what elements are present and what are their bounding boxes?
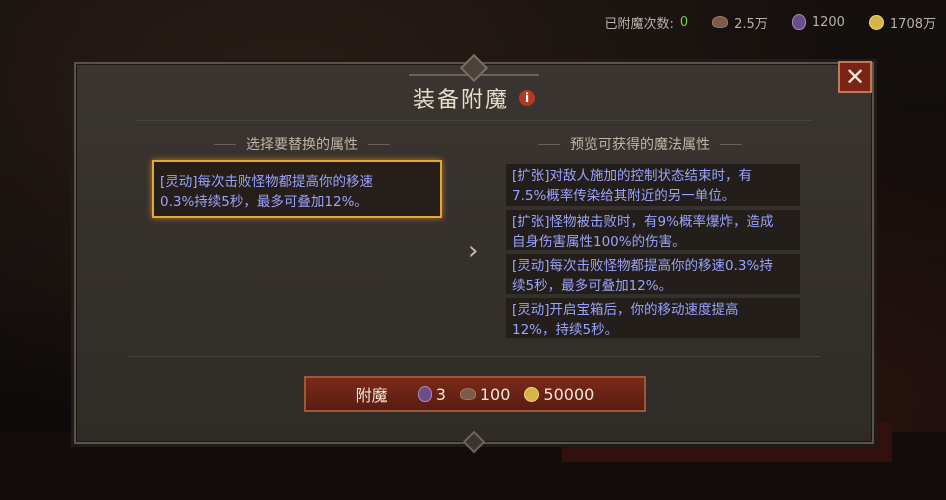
flask-icon — [791, 14, 806, 30]
title-divider — [136, 120, 812, 121]
header-dash — [538, 143, 560, 145]
preview-option-line2: 7.5%概率传染给其附近的另一单位。 — [512, 188, 736, 204]
dust-currency: 2.5万 — [712, 13, 768, 32]
header-dash — [214, 143, 236, 145]
left-section-header: 选择要替换的属性 — [214, 134, 390, 154]
flask-amount: 1200 — [811, 14, 845, 30]
gold-coin-icon — [868, 14, 884, 30]
left-section-title: 选择要替换的属性 — [246, 137, 358, 153]
currency-bar: 已附魔次数: 0 2.5万 1200 1708万 — [604, 10, 936, 34]
enchant-button-label: 附魔 — [355, 386, 388, 405]
gold-cost-value: 50000 — [543, 384, 595, 404]
preview-option-line1: [扩张]怪物被击败时，有9%概率爆炸，造成 — [512, 214, 774, 230]
arrow-right-icon: › — [468, 236, 479, 266]
preview-option-line1: [灵动]每次击败怪物都提高你的移速0.3%持 — [512, 258, 773, 274]
flask-cost-value: 3 — [435, 384, 446, 404]
flask-currency: 1200 — [791, 14, 845, 30]
preview-option: [灵动]开启宝箱后，你的移动速度提高 12%，持续5秒。 — [506, 298, 800, 338]
selected-attribute-line1: [灵动]每次击败怪物都提高你的移速 — [160, 174, 374, 190]
enchant-dialog: 装备附魔 i 选择要替换的属性 预览可获得的魔法属性 [灵动]每次击败怪物都提高… — [74, 53, 874, 454]
header-dash — [720, 143, 742, 145]
gold-currency: 1708万 — [868, 13, 936, 32]
preview-option: [灵动]每次击败怪物都提高你的移速0.3%持 续5秒，最多可叠加12%。 — [506, 254, 800, 294]
header-dash — [368, 143, 390, 145]
right-section-header: 预览可获得的魔法属性 — [538, 134, 742, 154]
enchant-count-label: 已附魔次数: — [604, 16, 674, 32]
selected-attribute[interactable]: [灵动]每次击败怪物都提高你的移速 0.3%持续5秒，最多可叠加12%。 — [152, 160, 442, 218]
preview-option-line2: 12%，持续5秒。 — [512, 322, 619, 338]
gold-cost: 50000 — [524, 385, 594, 404]
info-icon[interactable]: i — [519, 90, 535, 106]
dialog-title: 装备附魔 — [412, 88, 509, 113]
enchant-count: 已附魔次数: 0 — [604, 13, 688, 32]
dust-icon — [712, 16, 729, 28]
preview-option-line1: [灵动]开启宝箱后，你的移动速度提高 — [512, 302, 739, 318]
flask-icon — [417, 386, 432, 402]
dialog-header: 装备附魔 i — [76, 82, 872, 114]
enchant-button[interactable]: 附魔 3 100 50000 — [304, 376, 646, 412]
gold-amount: 1708万 — [889, 16, 936, 32]
preview-option: [扩张]怪物被击败时，有9%概率爆炸，造成 自身伤害属性100%的伤害。 — [506, 210, 800, 250]
dust-cost: 100 — [459, 384, 511, 404]
gold-coin-icon — [524, 386, 540, 402]
close-button[interactable]: ✕ — [838, 61, 872, 93]
preview-option-line2: 续5秒，最多可叠加12%。 — [512, 278, 673, 294]
preview-option-line1: [扩张]对敌人施加的控制状态结束时，有 — [512, 168, 753, 184]
bottom-divider — [128, 356, 820, 357]
dust-amount: 2.5万 — [734, 16, 768, 32]
preview-option-line2: 自身伤害属性100%的伤害。 — [512, 234, 686, 250]
dust-cost-value: 100 — [479, 384, 511, 404]
selected-attribute-line2: 0.3%持续5秒，最多可叠加12%。 — [160, 194, 368, 210]
flask-cost: 3 — [417, 384, 446, 404]
enchant-count-value: 0 — [679, 14, 689, 30]
dust-icon — [459, 388, 476, 400]
preview-option: [扩张]对敌人施加的控制状态结束时，有 7.5%概率传染给其附近的另一单位。 — [506, 164, 800, 206]
right-section-title: 预览可获得的魔法属性 — [570, 137, 710, 153]
